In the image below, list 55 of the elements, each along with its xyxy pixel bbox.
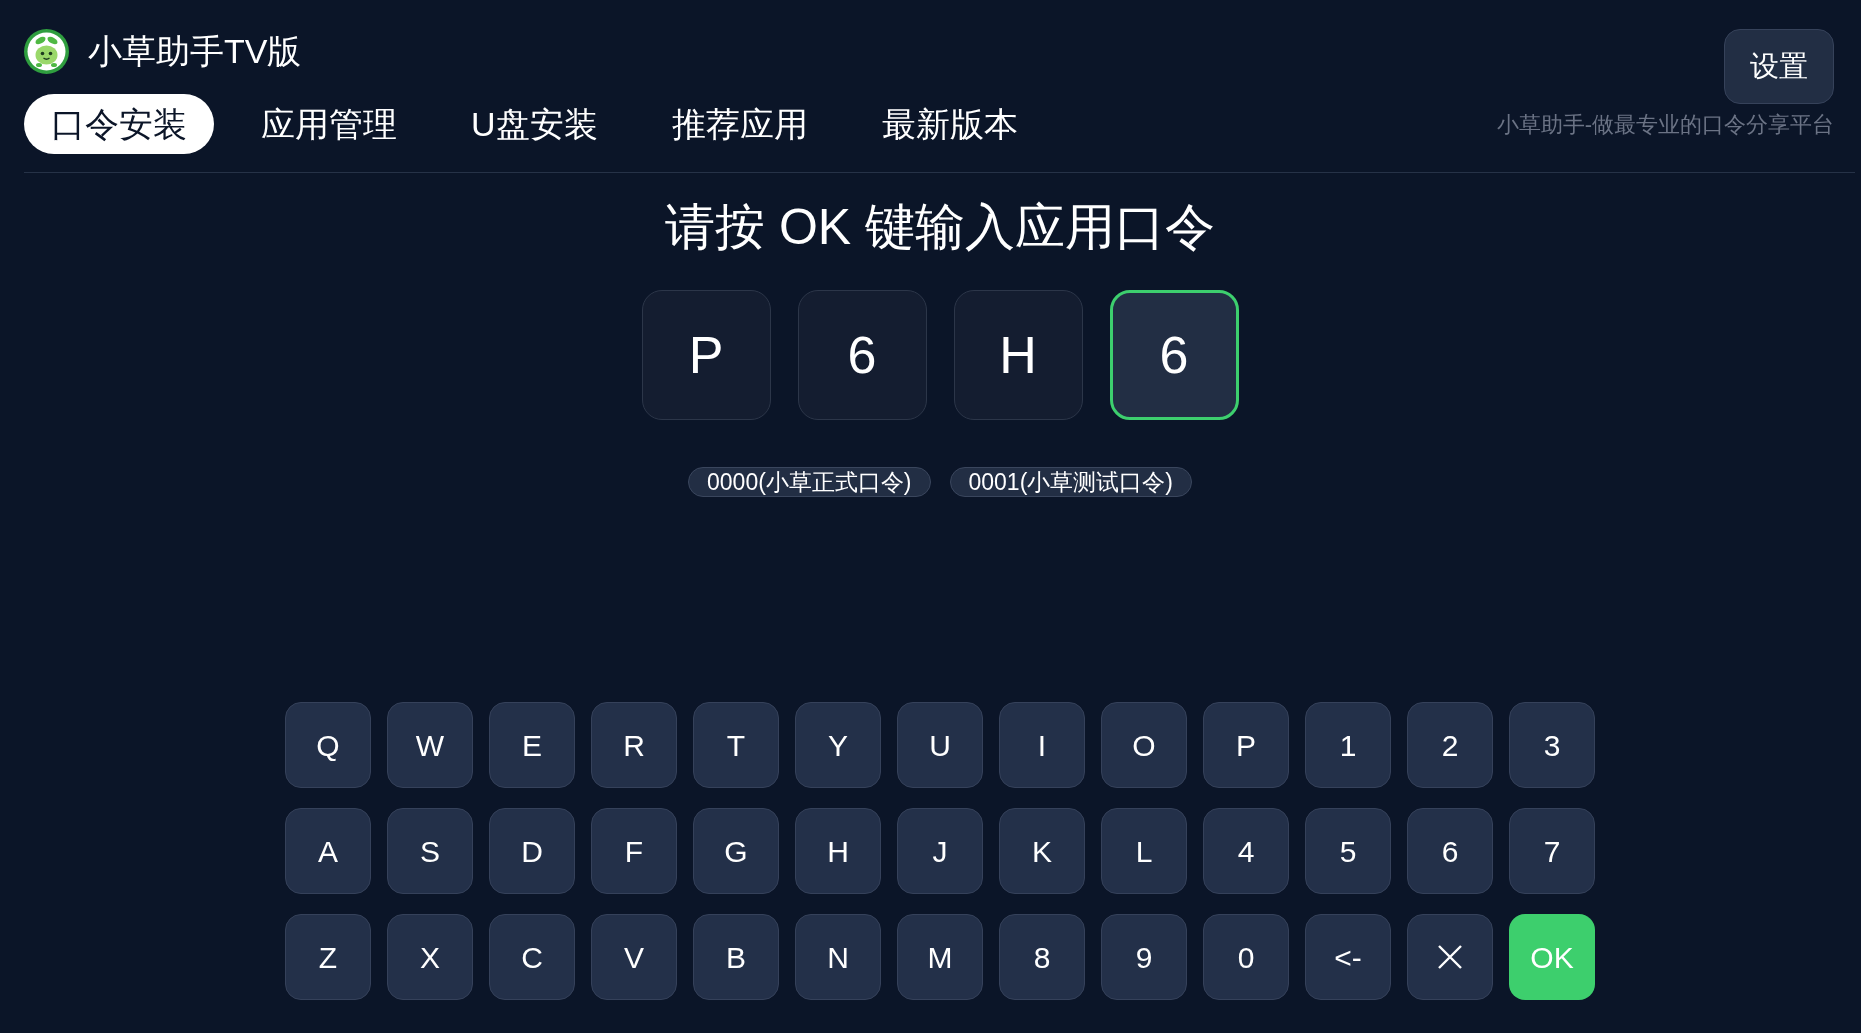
key[interactable]: 2 <box>1407 702 1493 788</box>
key[interactable]: U <box>897 702 983 788</box>
key[interactable]: I <box>999 702 1085 788</box>
tab[interactable]: 最新版本 <box>854 94 1045 154</box>
key[interactable]: 0 <box>1203 914 1289 1000</box>
key[interactable]: Q <box>285 702 371 788</box>
key[interactable]: 1 <box>1305 702 1391 788</box>
key[interactable]: Y <box>795 702 881 788</box>
app-title: 小草助手TV版 <box>88 31 302 72</box>
key[interactable]: <- <box>1305 914 1391 1000</box>
key[interactable]: 6 <box>1407 808 1493 894</box>
key[interactable]: P <box>1203 702 1289 788</box>
key[interactable]: X <box>387 914 473 1000</box>
key[interactable]: J <box>897 808 983 894</box>
key[interactable]: 8 <box>999 914 1085 1000</box>
code-input-field[interactable]: 6 <box>797 290 927 420</box>
hint-chip[interactable]: 0000(小草正式口令) <box>688 467 931 497</box>
code-input-field[interactable]: P <box>641 290 771 420</box>
key[interactable]: 5 <box>1305 808 1391 894</box>
key[interactable]: K <box>999 808 1085 894</box>
key[interactable]: 7 <box>1509 808 1595 894</box>
key[interactable]: E <box>489 702 575 788</box>
code-input-field[interactable]: H <box>953 290 1083 420</box>
key[interactable]: D <box>489 808 575 894</box>
key[interactable]: A <box>285 808 371 894</box>
key[interactable]: R <box>591 702 677 788</box>
clear-key[interactable] <box>1407 914 1493 1000</box>
key[interactable]: M <box>897 914 983 1000</box>
key[interactable]: F <box>591 808 677 894</box>
key[interactable]: 9 <box>1101 914 1187 1000</box>
key[interactable]: H <box>795 808 881 894</box>
key[interactable]: T <box>693 702 779 788</box>
tab[interactable]: U盘安装 <box>444 94 625 154</box>
code-input-field[interactable]: 6 <box>1109 290 1239 420</box>
logo-icon <box>24 29 69 74</box>
key[interactable]: W <box>387 702 473 788</box>
key[interactable]: N <box>795 914 881 1000</box>
tab[interactable]: 推荐应用 <box>644 94 835 154</box>
tagline: 小草助手-做最专业的口令分享平台 <box>1496 112 1834 138</box>
close-icon <box>1438 945 1462 969</box>
key[interactable]: B <box>693 914 779 1000</box>
key[interactable]: V <box>591 914 677 1000</box>
key[interactable]: O <box>1101 702 1187 788</box>
key[interactable]: Z <box>285 914 371 1000</box>
tab[interactable]: 口令安装 <box>24 94 214 154</box>
key[interactable]: 4 <box>1203 808 1289 894</box>
settings-button[interactable]: 设置 <box>1724 29 1834 104</box>
key[interactable]: 3 <box>1509 702 1595 788</box>
hint-chip[interactable]: 0001(小草测试口令) <box>949 467 1192 497</box>
tab[interactable]: 应用管理 <box>234 94 424 154</box>
prompt-heading: 请按 OK 键输入应用口令 <box>665 198 1215 257</box>
key[interactable]: L <box>1101 808 1187 894</box>
key[interactable]: S <box>387 808 473 894</box>
key[interactable]: G <box>693 808 779 894</box>
key[interactable]: C <box>489 914 575 1000</box>
